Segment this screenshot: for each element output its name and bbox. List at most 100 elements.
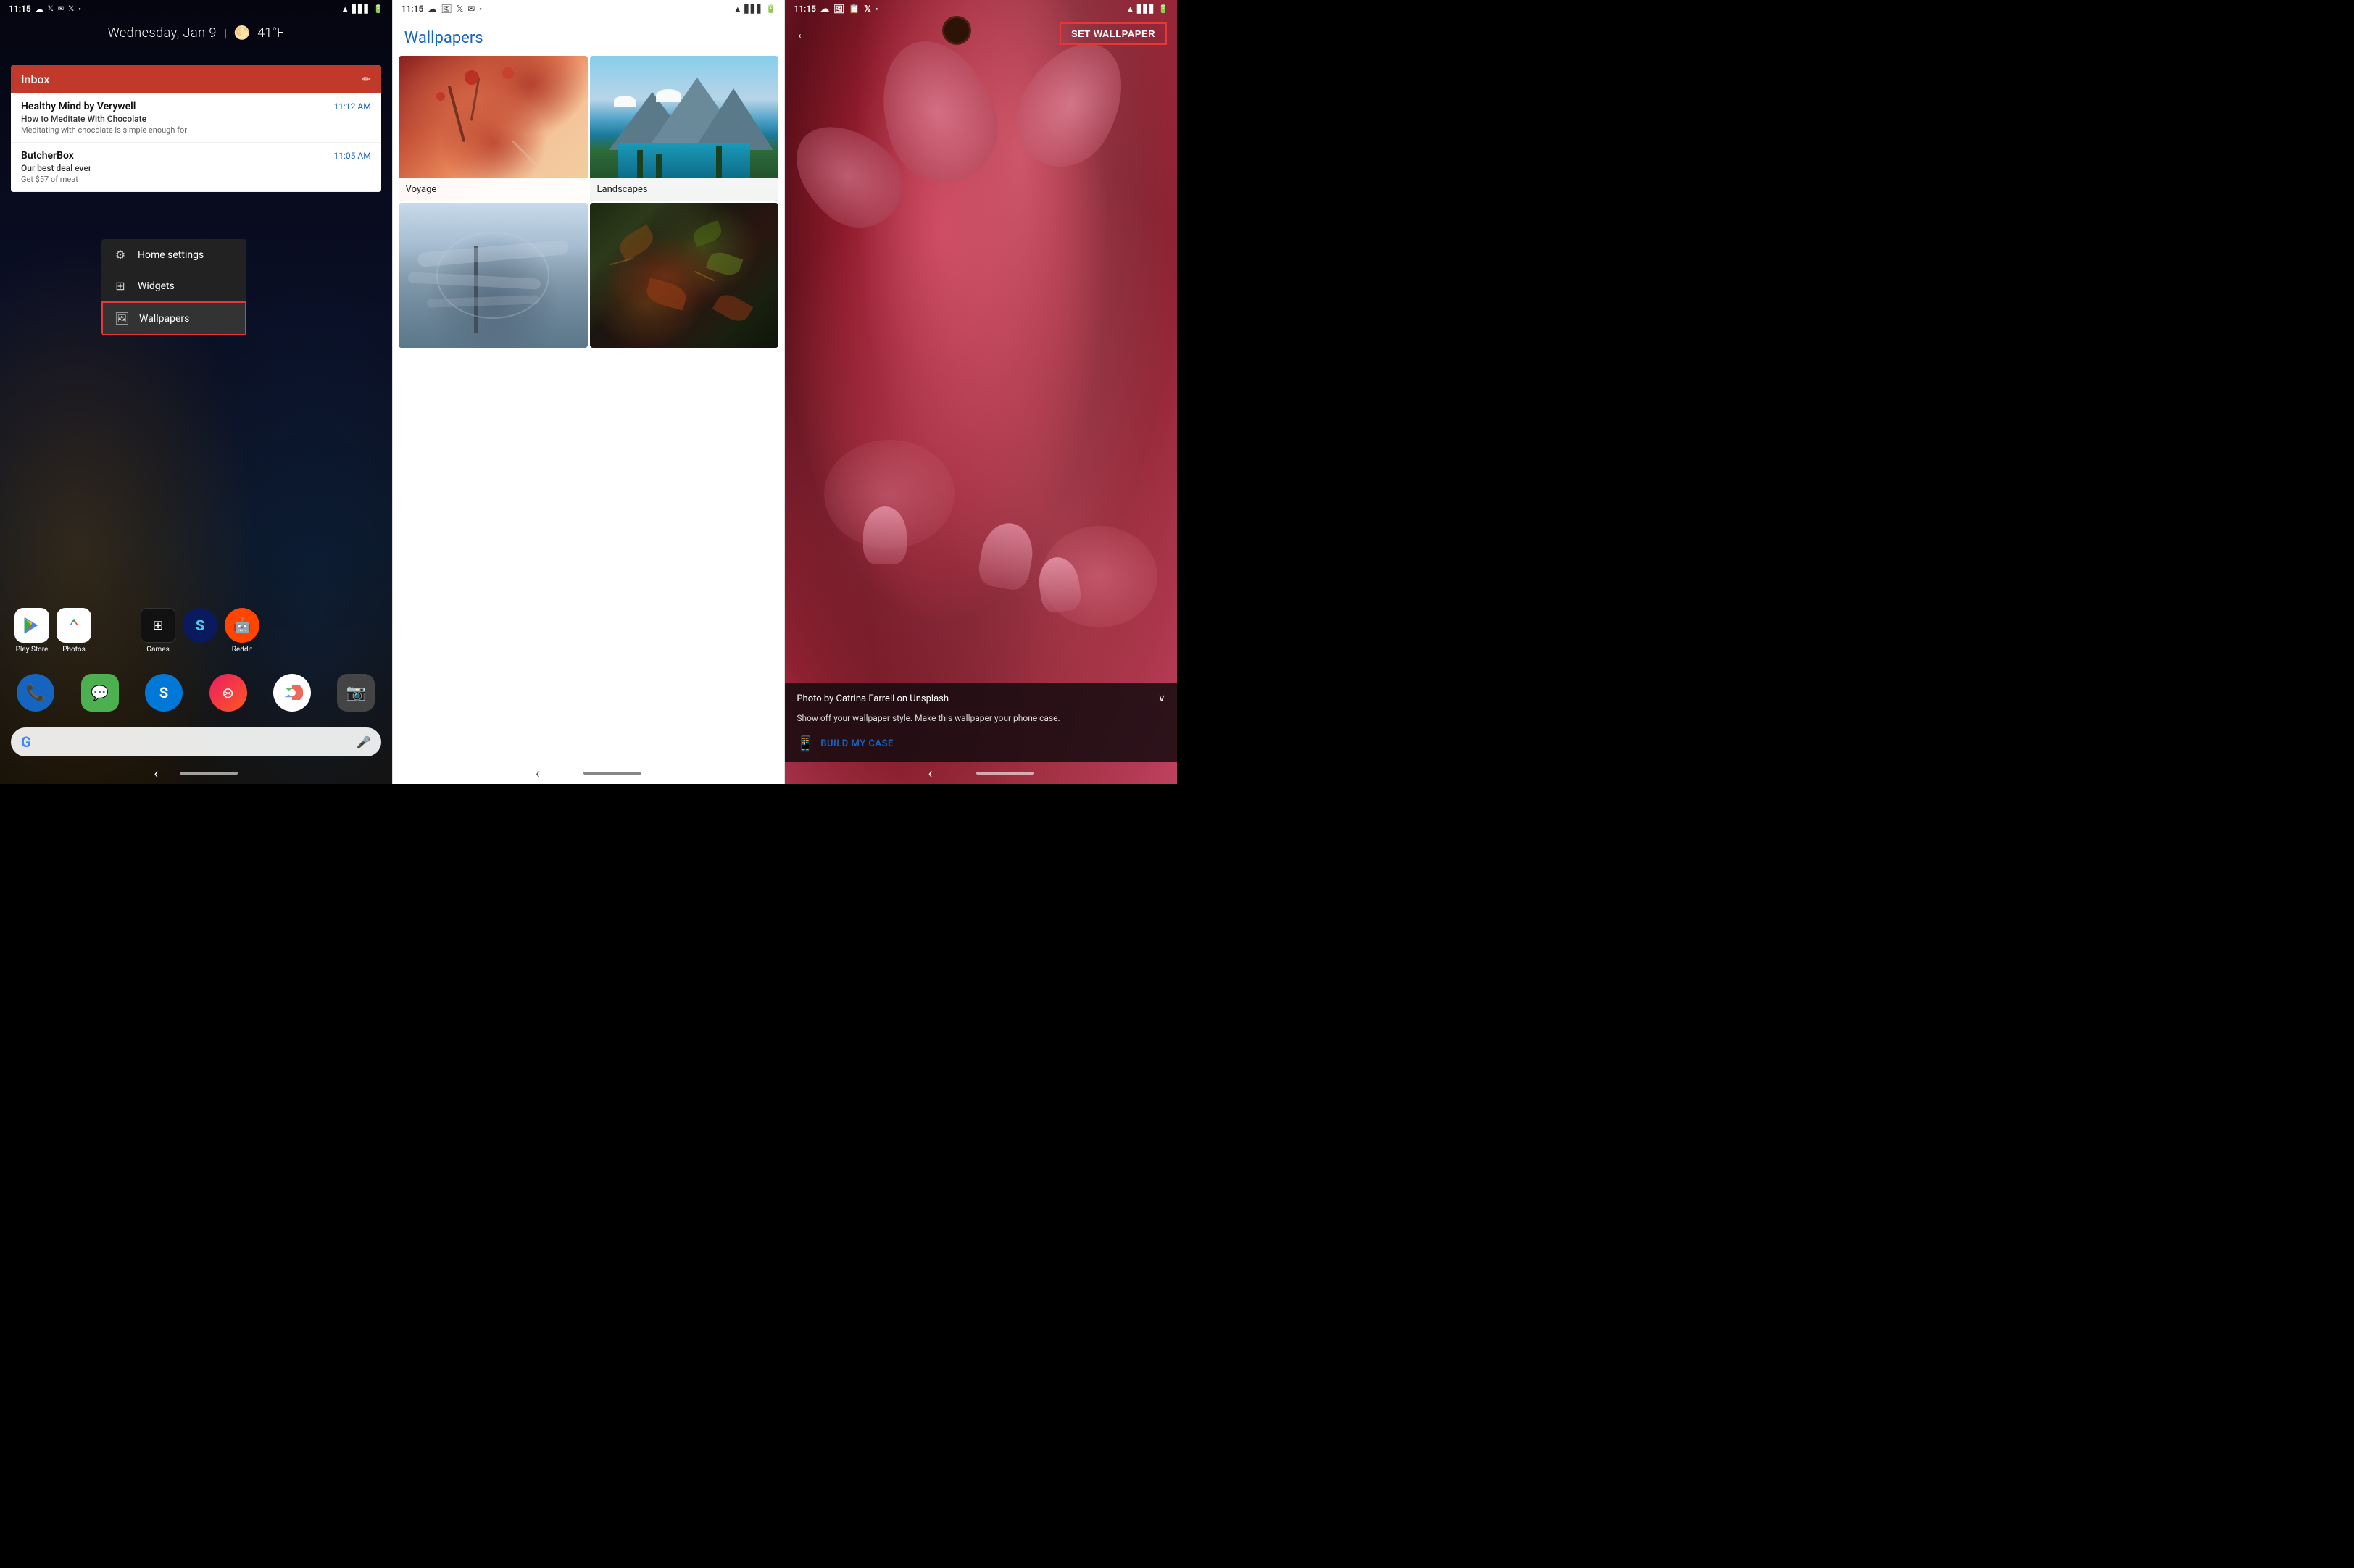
- mail-icon-p2: ✉: [467, 4, 475, 14]
- build-case-row: 📱 BUILD MY CASE: [797, 735, 1165, 752]
- widgets-icon: ⊞: [113, 279, 128, 293]
- wifi-icon-p1: ▲: [341, 4, 349, 14]
- dot-icon: ●: [78, 7, 81, 12]
- twitter-icon-p2: 𝕏: [457, 4, 464, 14]
- google-mic-icon[interactable]: 🎤: [357, 735, 371, 749]
- status-bar-right-panel1: ▲ ▋▋▋ 🔋: [341, 4, 383, 14]
- voyage-label: Voyage: [399, 178, 588, 201]
- image-icon-p3: 🖼: [833, 4, 844, 14]
- games-app[interactable]: ⊞ Games: [141, 608, 175, 654]
- dock-row: 📞 💬 S ⊛ 📷: [0, 674, 392, 712]
- status-right-p2: ▲ ▋▋▋ 🔋: [733, 4, 775, 14]
- wifi-p2: ▲: [733, 4, 741, 14]
- time-panel3: 11:15: [794, 4, 816, 14]
- play-store-app[interactable]: Play Store: [14, 608, 49, 654]
- context-menu-wallpapers[interactable]: 🖼 Wallpapers: [101, 301, 246, 335]
- battery-p2: 🔋: [766, 4, 776, 14]
- inbox-sender-1: Healthy Mind by Verywell: [21, 101, 136, 112]
- photos-label: Photos: [62, 646, 86, 654]
- camera-dock-icon[interactable]: 📷: [337, 674, 375, 712]
- photos-icon: [57, 608, 91, 643]
- twitter-icon-2: 𝕏: [68, 5, 74, 13]
- build-case-button[interactable]: BUILD MY CASE: [820, 738, 894, 749]
- status-bar-panel2: 11:15 ☁ 🖼 𝕏 ✉ ● ▲ ▋▋▋ 🔋: [393, 0, 785, 17]
- phone-dock-icon[interactable]: 📞: [17, 674, 54, 712]
- voyage-card[interactable]: Voyage: [399, 56, 588, 201]
- wifi-p3: ▲: [1126, 4, 1134, 14]
- home-screen-panel: 11:15 ☁ 𝕏 ✉ 𝕏 ● ▲ ▋▋▋ 🔋 Wednesday, Jan 9…: [0, 0, 392, 784]
- games-label: Games: [146, 646, 169, 654]
- twitter-icon-p3: 𝕏: [864, 4, 871, 14]
- inbox-preview-1: Meditating with chocolate is simple enou…: [21, 125, 371, 135]
- photos-app[interactable]: Photos: [57, 608, 91, 654]
- context-menu-widgets-label: Widgets: [138, 280, 175, 292]
- google-logo: G: [21, 733, 31, 751]
- nav-bar-panel3: ‹: [785, 762, 1177, 784]
- home-indicator-p1[interactable]: [180, 772, 238, 775]
- winter-image: [399, 203, 588, 348]
- context-menu-widgets[interactable]: ⊞ Widgets: [101, 270, 246, 301]
- nav-bar-panel1: ‹: [0, 762, 392, 784]
- landscapes-label: Landscapes: [590, 178, 779, 201]
- back-button-p1[interactable]: ‹: [154, 764, 158, 782]
- status-left-p2: 11:15 ☁ 🖼 𝕏 ✉ ●: [402, 4, 482, 14]
- reddit-label: Reddit: [232, 646, 252, 654]
- gear-icon: ⚙: [113, 248, 128, 262]
- skype-dock-icon[interactable]: S: [145, 674, 183, 712]
- status-bar-panel3: 11:15 ☁ 🖼 📋 𝕏 ● ▲ ▋▋▋ 🔋: [785, 0, 1177, 17]
- spacer1: [99, 608, 133, 654]
- inbox-time-1: 11:12 AM: [334, 101, 371, 112]
- battery-p3: 🔋: [1158, 4, 1168, 14]
- shazam-app[interactable]: S: [183, 608, 217, 654]
- date-weather-widget: Wednesday, Jan 9 | 🌕 41°F: [0, 25, 392, 41]
- messages-dock-icon[interactable]: 💬: [81, 674, 119, 712]
- home-indicator-p3[interactable]: [976, 772, 1034, 775]
- wallpaper-preview-panel: 11:15 ☁ 🖼 📋 𝕏 ● ▲ ▋▋▋ 🔋 ← SET WALLPAPER …: [785, 0, 1177, 784]
- inbox-item-1[interactable]: Healthy Mind by Verywell 11:12 AM How to…: [11, 93, 381, 143]
- note-icon-p3: 📋: [849, 4, 860, 14]
- back-button-p2[interactable]: ‹: [536, 764, 540, 782]
- reddit-app[interactable]: 🤖 Reddit: [225, 608, 259, 654]
- search-bar[interactable]: G 🎤: [11, 727, 381, 756]
- chevron-down-icon[interactable]: ∨: [1158, 693, 1165, 704]
- winter-card[interactable]: [399, 203, 588, 348]
- flower-background: [785, 0, 1177, 784]
- image-icon-p2: 🖼: [441, 4, 452, 14]
- inbox-item-2[interactable]: ButcherBox 11:05 AM Our best deal ever G…: [11, 143, 381, 192]
- back-button-panel3[interactable]: ←: [795, 25, 810, 43]
- inbox-preview-2: Get $57 of meat: [21, 175, 371, 184]
- topbar-panel3: ← SET WALLPAPER: [785, 17, 1177, 49]
- leaves-image: [590, 203, 779, 348]
- back-nav-p3[interactable]: ‹: [928, 764, 933, 782]
- context-menu: ⚙ Home settings ⊞ Widgets 🖼 Wallpapers: [101, 239, 246, 335]
- wallpapers-title: Wallpapers: [404, 29, 773, 47]
- twitter-icon-1: 𝕏: [48, 5, 54, 13]
- inbox-sender-2: ButcherBox: [21, 150, 74, 162]
- status-bar-panel1: 11:15 ☁ 𝕏 ✉ 𝕏 ● ▲ ▋▋▋ 🔋: [0, 0, 392, 17]
- inbox-title: Inbox: [21, 72, 49, 86]
- play-store-label: Play Store: [16, 646, 49, 654]
- wallpapers-grid: Voyage Landscapes: [393, 56, 785, 348]
- context-menu-home-settings[interactable]: ⚙ Home settings: [101, 239, 246, 270]
- app-icons-row1: Play Store Photos ⊞ Games S 🤖 Reddit: [0, 608, 392, 654]
- signal-icon-p1: ▋▋▋: [352, 4, 370, 14]
- wallpapers-panel: 11:15 ☁ 🖼 𝕏 ✉ ● ▲ ▋▋▋ 🔋 Wallpapers: [392, 0, 786, 784]
- time-panel2: 11:15: [402, 4, 424, 14]
- home-indicator-p2[interactable]: [583, 772, 641, 775]
- mail-icon: ✉: [58, 5, 64, 13]
- photo-credit-text: Photo by Catrina Farrell on Unsplash: [797, 693, 949, 704]
- spiral-dock-icon[interactable]: ⊛: [209, 674, 247, 712]
- divider: |: [224, 26, 227, 40]
- time-panel1: 11:15: [9, 4, 31, 14]
- set-wallpaper-button[interactable]: SET WALLPAPER: [1060, 22, 1167, 45]
- leaves-card[interactable]: [590, 203, 779, 348]
- landscapes-card[interactable]: Landscapes: [590, 56, 779, 201]
- inbox-edit-icon[interactable]: ✏: [362, 74, 371, 86]
- cloud-icon: ☁: [36, 4, 43, 14]
- photo-credit-row: Photo by Catrina Farrell on Unsplash ∨: [797, 693, 1165, 704]
- games-icon: ⊞: [141, 608, 175, 643]
- signal-p3: ▋▋▋: [1137, 4, 1155, 14]
- chrome-dock-icon[interactable]: [273, 674, 311, 712]
- inbox-header: Inbox ✏: [11, 65, 381, 93]
- inbox-subject-1: How to Meditate With Chocolate: [21, 114, 371, 124]
